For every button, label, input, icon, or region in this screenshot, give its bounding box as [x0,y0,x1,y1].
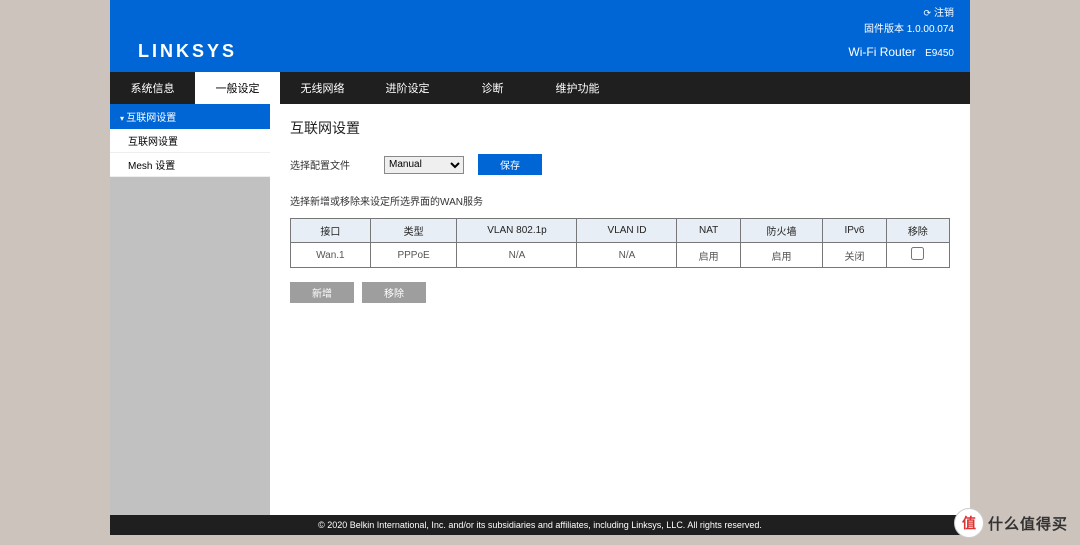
cell-nat: 启用 [677,243,740,268]
cell-ipv6: 关闭 [823,243,886,268]
cell-type: PPPoE [370,243,457,268]
remove-checkbox[interactable] [911,247,924,260]
nav-wireless[interactable]: 无线网络 [280,72,365,104]
product-name: Wi-Fi Router [848,45,915,59]
logout-link[interactable]: ⟳注销 [126,6,954,21]
action-buttons: 新增 移除 [290,282,950,303]
watermark-icon: 值 [954,508,984,538]
product-info: Wi-Fi Router E9450 [848,45,954,59]
top-bar: ⟳注销 固件版本 1.0.00.074 [110,0,970,41]
logout-icon: ⟳ [923,7,931,21]
watermark: 值 什么值得买 [954,507,1074,539]
cell-firewall: 启用 [740,243,823,268]
cell-remove [886,243,949,268]
cell-vlan-id: N/A [577,243,677,268]
config-profile-row: 选择配置文件 Manual 保存 [290,154,950,175]
nav-system-info[interactable]: 系统信息 [110,72,195,104]
body: 互联网设置 互联网设置 Mesh 设置 互联网设置 选择配置文件 Manual … [110,104,970,515]
th-type: 类型 [370,219,457,243]
footer: © 2020 Belkin International, Inc. and/or… [110,515,970,535]
logout-label: 注销 [934,8,954,19]
cell-vlan-p: N/A [457,243,577,268]
th-nat: NAT [677,219,740,243]
th-vlan-p: VLAN 802.1p [457,219,577,243]
th-ipv6: IPv6 [823,219,886,243]
nav-maintenance[interactable]: 维护功能 [535,72,620,104]
content: 互联网设置 选择配置文件 Manual 保存 选择新增或移除来设定所选界面的WA… [270,104,970,515]
remove-button[interactable]: 移除 [362,282,426,303]
nav-advanced[interactable]: 进阶设定 [365,72,450,104]
main-nav: 系统信息 一般设定 无线网络 进阶设定 诊断 维护功能 [110,72,970,104]
cell-interface: Wan.1 [291,243,371,268]
nav-general[interactable]: 一般设定 [195,72,280,104]
th-firewall: 防火墙 [740,219,823,243]
product-model: E9450 [925,48,954,59]
add-button[interactable]: 新增 [290,282,354,303]
table-row: Wan.1 PPPoE N/A N/A 启用 启用 关闭 [291,243,950,268]
page-title: 互联网设置 [290,118,950,138]
brand-logo: LINKSYS [138,41,237,62]
sidebar-item-mesh[interactable]: Mesh 设置 [110,153,270,177]
save-button[interactable]: 保存 [478,154,542,175]
th-remove: 移除 [886,219,949,243]
sidebar-item-internet[interactable]: 互联网设置 [110,129,270,153]
nav-diagnostics[interactable]: 诊断 [450,72,535,104]
sidebar: 互联网设置 互联网设置 Mesh 设置 [110,104,270,515]
firmware-version: 固件版本 1.0.00.074 [126,22,954,37]
brand-bar: LINKSYS Wi-Fi Router E9450 [110,41,970,72]
instruction-text: 选择新增或移除来设定所选界面的WAN服务 [290,193,950,208]
table-header-row: 接口 类型 VLAN 802.1p VLAN ID NAT 防火墙 IPv6 移… [291,219,950,243]
config-profile-label: 选择配置文件 [290,157,370,172]
sidebar-section-internet[interactable]: 互联网设置 [110,104,270,129]
app-frame: ⟳注销 固件版本 1.0.00.074 LINKSYS Wi-Fi Router… [110,0,970,535]
watermark-text: 什么值得买 [988,513,1068,534]
wan-table: 接口 类型 VLAN 802.1p VLAN ID NAT 防火墙 IPv6 移… [290,218,950,268]
profile-select[interactable]: Manual [384,156,464,174]
th-interface: 接口 [291,219,371,243]
th-vlan-id: VLAN ID [577,219,677,243]
